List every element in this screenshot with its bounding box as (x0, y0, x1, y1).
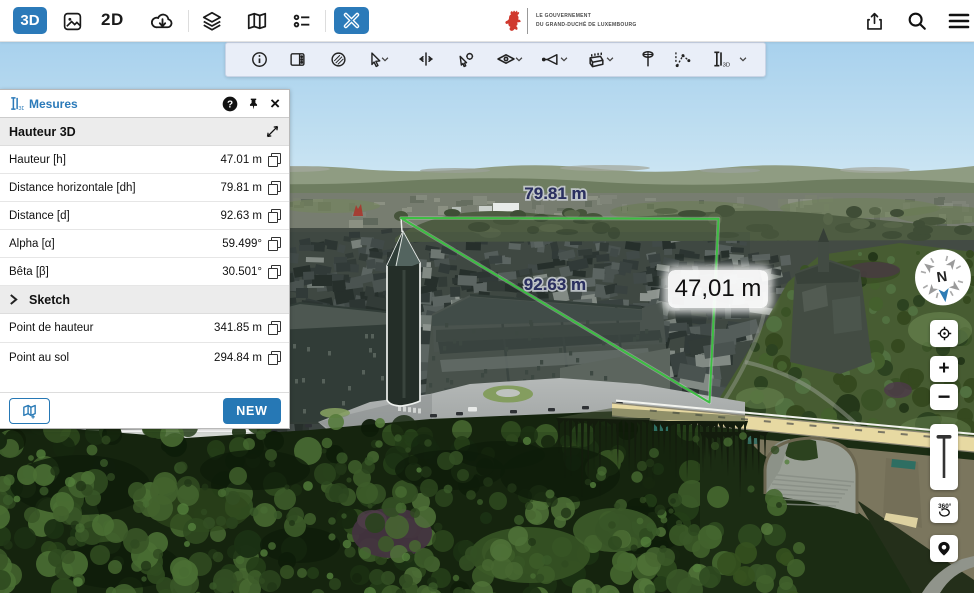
svg-text:79.81 m: 79.81 m (524, 184, 586, 203)
svg-text:?: ? (227, 99, 233, 110)
svg-text:3D: 3D (723, 63, 730, 69)
svg-text:N: N (936, 269, 949, 286)
svg-text:3D: 3D (18, 106, 24, 111)
svg-text:92.63 m: 92.63 m (524, 275, 586, 294)
